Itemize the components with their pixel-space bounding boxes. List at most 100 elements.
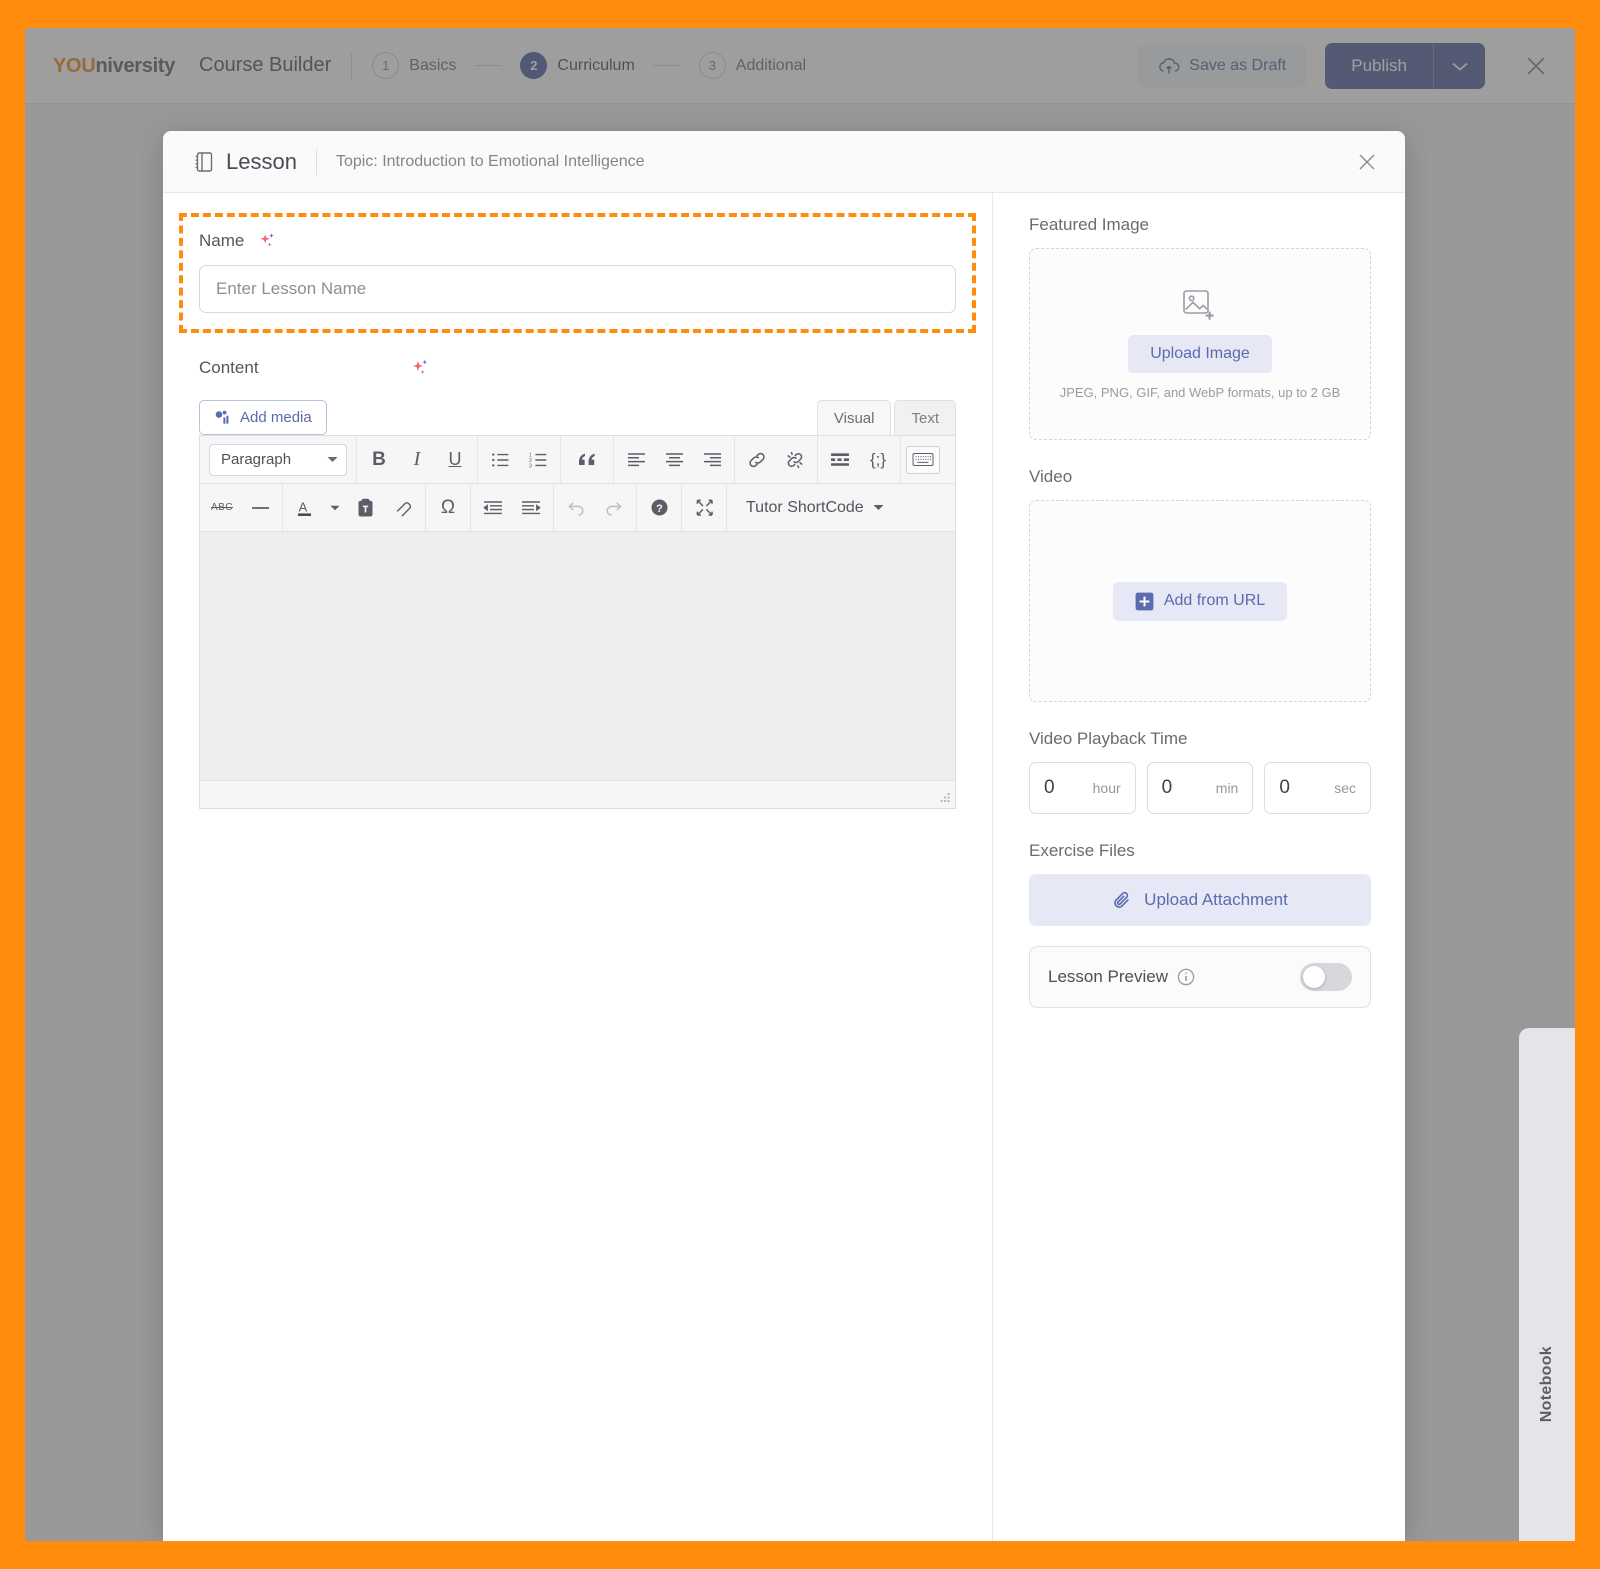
step-basics[interactable]: 1 Basics bbox=[372, 52, 456, 79]
italic-button[interactable]: I bbox=[398, 437, 436, 483]
lesson-settings-pane: Featured Image Upload Image JPEG, PNG, G… bbox=[993, 193, 1405, 1541]
close-builder-button[interactable] bbox=[1519, 49, 1553, 83]
playback-hour-field[interactable]: 0 hour bbox=[1029, 762, 1136, 814]
horizontal-rule-button[interactable] bbox=[241, 485, 279, 531]
text-color-button[interactable]: A bbox=[286, 485, 324, 531]
read-more-icon bbox=[830, 452, 850, 467]
undo-button[interactable] bbox=[557, 485, 595, 531]
tab-text[interactable]: Text bbox=[894, 400, 956, 435]
editor-topbar: Add media Visual Text bbox=[199, 393, 956, 435]
step-curriculum-label: Curriculum bbox=[557, 56, 635, 74]
ai-sparkle-icon[interactable] bbox=[409, 357, 431, 379]
strikethrough-button[interactable]: ABC bbox=[203, 485, 241, 531]
align-center-icon bbox=[665, 452, 684, 467]
media-icon bbox=[214, 409, 231, 426]
bold-glyph: B bbox=[372, 448, 386, 470]
notebook-tab-label: Notebook bbox=[1538, 1346, 1555, 1423]
indent-button[interactable] bbox=[512, 485, 550, 531]
numbered-list-button[interactable]: 1 2 3 bbox=[519, 437, 557, 483]
close-icon bbox=[1356, 151, 1378, 173]
paragraph-format-select[interactable]: Paragraph bbox=[209, 443, 347, 476]
horizontal-rule-icon bbox=[251, 506, 270, 510]
toolbar-group-special-char: Ω bbox=[426, 484, 471, 531]
toolbar-group-link bbox=[735, 436, 818, 483]
align-left-icon bbox=[627, 452, 646, 467]
clipboard-icon bbox=[357, 498, 374, 518]
outdent-button[interactable] bbox=[474, 485, 512, 531]
tutor-shortcode-dropdown[interactable]: Tutor ShortCode bbox=[730, 499, 900, 517]
underline-button[interactable]: U bbox=[436, 437, 474, 483]
remove-link-button[interactable] bbox=[776, 437, 814, 483]
playback-hour-value: 0 bbox=[1044, 777, 1055, 798]
ai-sparkle-icon[interactable] bbox=[257, 231, 277, 251]
undo-icon bbox=[566, 499, 586, 516]
lesson-modal-title: Lesson bbox=[226, 148, 297, 174]
info-icon[interactable] bbox=[1177, 968, 1195, 986]
align-left-button[interactable] bbox=[617, 437, 655, 483]
save-as-draft-button[interactable]: Save as Draft bbox=[1137, 44, 1308, 87]
help-icon: ? bbox=[650, 498, 669, 517]
upload-image-button[interactable]: Upload Image bbox=[1128, 334, 1272, 373]
step-basics-number: 1 bbox=[372, 52, 400, 79]
text-color-dropdown[interactable] bbox=[324, 485, 346, 531]
lesson-name-input[interactable] bbox=[199, 265, 956, 313]
editor-statusbar bbox=[200, 780, 955, 808]
step-curriculum[interactable]: 2 Curriculum bbox=[520, 52, 635, 79]
video-dropzone[interactable]: Add from URL bbox=[1029, 500, 1371, 702]
lesson-modal-close-button[interactable] bbox=[1351, 146, 1383, 178]
lesson-name-field-group: Name bbox=[179, 213, 976, 333]
clear-formatting-button[interactable] bbox=[384, 485, 422, 531]
keyboard-shortcuts-button[interactable]: ? bbox=[640, 485, 678, 531]
special-character-button[interactable]: Ω bbox=[429, 485, 467, 531]
chevron-down-icon bbox=[1450, 60, 1470, 72]
notebook-side-tab[interactable]: Notebook bbox=[1519, 1028, 1575, 1541]
featured-image-dropzone[interactable]: Upload Image JPEG, PNG, GIF, and WebP fo… bbox=[1029, 248, 1371, 440]
bold-button[interactable]: B bbox=[360, 437, 398, 483]
paragraph-format-value: Paragraph bbox=[221, 451, 292, 468]
editor-toolbar-row-2: ABC A Ω ? Tutor ShortCode bbox=[200, 484, 955, 532]
bulleted-list-button[interactable] bbox=[481, 437, 519, 483]
toolbar-group-history bbox=[554, 484, 637, 531]
upload-image-label: Upload Image bbox=[1150, 344, 1250, 362]
brand-logo[interactable]: YOUniversity bbox=[25, 56, 175, 76]
editor-content-area[interactable] bbox=[200, 532, 955, 780]
align-center-button[interactable] bbox=[655, 437, 693, 483]
toolbar-group-kitchen-sink bbox=[901, 436, 945, 483]
read-more-button[interactable] bbox=[821, 437, 859, 483]
tab-visual[interactable]: Visual bbox=[816, 400, 892, 435]
upload-attachment-button[interactable]: Upload Attachment bbox=[1029, 874, 1371, 926]
publish-button-group: Publish bbox=[1325, 42, 1485, 89]
step-additional-label: Additional bbox=[735, 56, 807, 74]
redo-button[interactable] bbox=[595, 485, 633, 531]
chevron-down-icon bbox=[330, 505, 340, 511]
add-media-button[interactable]: Add media bbox=[199, 400, 327, 435]
toolbar-group-style: B I U bbox=[357, 436, 478, 483]
shortcode-button[interactable]: {;} bbox=[859, 437, 897, 483]
lesson-icon bbox=[193, 150, 215, 174]
svg-text:?: ? bbox=[656, 503, 663, 515]
browser-viewport: YOUniversity Course Builder 1 Basics 2 C… bbox=[25, 28, 1575, 1541]
insert-link-button[interactable] bbox=[738, 437, 776, 483]
playback-min-field[interactable]: 0 min bbox=[1146, 762, 1254, 814]
toolbar-group-indent bbox=[471, 484, 554, 531]
publish-dropdown-toggle[interactable] bbox=[1433, 42, 1485, 89]
lesson-preview-toggle[interactable] bbox=[1300, 963, 1352, 991]
blockquote-button[interactable] bbox=[564, 437, 610, 483]
toolbar-group-insert: {;} bbox=[818, 436, 901, 483]
align-right-button[interactable] bbox=[693, 437, 731, 483]
lesson-preview-label: Lesson Preview bbox=[1048, 967, 1169, 986]
toolbar-group-format: Paragraph bbox=[200, 436, 357, 483]
toolbar-group-tutor-shortcode: Tutor ShortCode bbox=[727, 484, 903, 531]
toggle-toolbar-button[interactable] bbox=[904, 437, 942, 483]
publish-button[interactable]: Publish bbox=[1325, 43, 1433, 89]
chevron-down-icon bbox=[873, 504, 884, 511]
editor-toolbar-row-1: Paragraph B I U 1 2 3 {;} bbox=[200, 436, 955, 484]
add-from-url-button[interactable]: Add from URL bbox=[1112, 581, 1288, 621]
step-additional[interactable]: 3 Additional bbox=[698, 52, 807, 79]
logo-text-primary: YOU bbox=[53, 54, 96, 77]
playback-sec-field[interactable]: 0 sec bbox=[1264, 762, 1372, 814]
resize-handle[interactable] bbox=[937, 791, 951, 805]
paste-as-text-button[interactable] bbox=[346, 485, 384, 531]
fullscreen-button[interactable] bbox=[685, 485, 723, 531]
exercise-files-label: Exercise Files bbox=[1029, 841, 1135, 860]
